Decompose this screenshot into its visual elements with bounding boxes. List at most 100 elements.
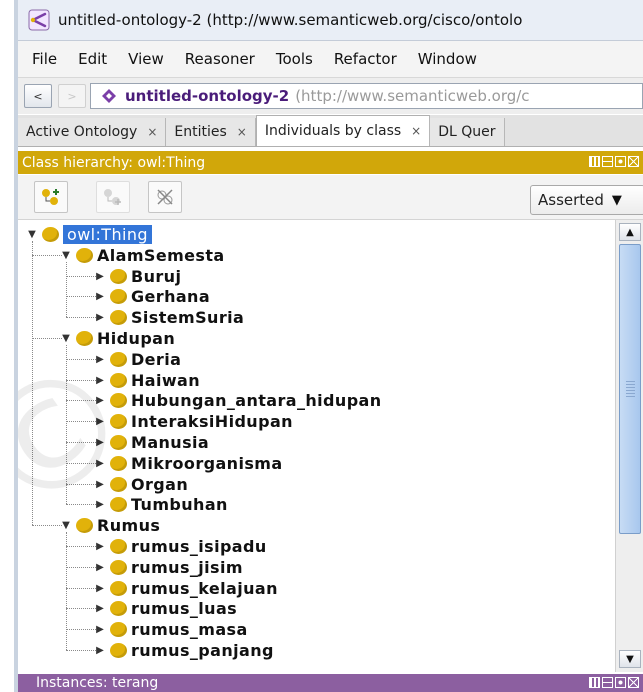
collapsed-triangle-icon[interactable]: ▶ <box>94 291 106 302</box>
collapsed-triangle-icon[interactable]: ▶ <box>94 541 106 552</box>
add-subclass-button[interactable] <box>34 181 68 213</box>
tree-connector <box>32 254 62 256</box>
class-label: owl:Thing <box>63 225 152 244</box>
tab-bar: Active Ontology × Entities × Individuals… <box>18 115 643 147</box>
owl-class-icon <box>110 268 127 284</box>
collapsed-triangle-icon[interactable]: ▶ <box>94 479 106 490</box>
scrollbar-thumb[interactable] <box>619 244 641 534</box>
expanded-triangle-icon[interactable]: ▼ <box>60 250 72 261</box>
expanded-triangle-icon[interactable]: ▼ <box>60 520 72 531</box>
tree-node[interactable]: ▶ Haiwan <box>94 370 200 391</box>
menu-tools[interactable]: Tools <box>276 50 313 68</box>
tree-node[interactable]: ▶ Mikroorganisma <box>94 453 283 474</box>
tree-node[interactable]: ▶ rumus_jisim <box>94 557 243 578</box>
tree-node[interactable]: ▶ Buruj <box>94 266 181 287</box>
owl-class-icon <box>110 455 127 471</box>
back-button[interactable]: < <box>24 84 52 108</box>
tab-close-icon[interactable]: × <box>147 125 157 139</box>
delete-class-button[interactable] <box>148 181 182 213</box>
ontology-selector[interactable]: untitled-ontology-2 (http://www.semantic… <box>90 83 643 109</box>
view-sync-icon[interactable] <box>589 156 600 167</box>
tab-close-icon[interactable]: × <box>237 125 247 139</box>
class-label: Gerhana <box>131 287 211 307</box>
tab-label: DL Quer <box>438 124 496 140</box>
view-split-icon[interactable] <box>602 156 613 167</box>
collapsed-triangle-icon[interactable]: ▶ <box>94 271 106 282</box>
menu-reasoner[interactable]: Reasoner <box>185 50 255 68</box>
expanded-triangle-icon[interactable]: ▼ <box>26 229 38 240</box>
collapsed-triangle-icon[interactable]: ▶ <box>94 645 106 656</box>
add-sibling-button[interactable] <box>96 181 130 213</box>
tree-node[interactable]: ▶ rumus_kelajuan <box>94 578 278 599</box>
collapsed-triangle-icon[interactable]: ▶ <box>94 624 106 635</box>
scroll-down-icon[interactable]: ▼ <box>619 650 641 668</box>
tree-node[interactable]: ▶ Deria <box>94 349 181 370</box>
ontology-address-bar: < > untitled-ontology-2 (http://www.sema… <box>18 78 643 114</box>
collapsed-triangle-icon[interactable]: ▶ <box>94 603 106 614</box>
tab-entities[interactable]: Entities × <box>166 118 256 146</box>
tree-node[interactable]: ▶ Manusia <box>94 432 209 453</box>
menu-edit[interactable]: Edit <box>78 50 107 68</box>
tree-node[interactable]: ▶ Tumbuhan <box>94 494 228 515</box>
menu-refactor[interactable]: Refactor <box>334 50 397 68</box>
tree-node[interactable]: ▶ Gerhana <box>94 286 210 307</box>
collapsed-triangle-icon[interactable]: ▶ <box>94 458 106 469</box>
class-tree: ▼ owl:Thing ▼ AlamSemesta ▶ Buruj ▶ Gerhana ▶ Sis… <box>18 220 615 672</box>
view-close-icon[interactable] <box>628 677 639 688</box>
tree-node[interactable]: ▶ rumus_isipadu <box>94 536 267 557</box>
view-sync-icon[interactable] <box>589 677 600 688</box>
tree-node[interactable]: ▶ InteraksiHidupan <box>94 411 293 432</box>
expanded-triangle-icon[interactable]: ▼ <box>60 333 72 344</box>
owl-class-icon <box>110 351 127 367</box>
collapsed-triangle-icon[interactable]: ▶ <box>94 499 106 510</box>
collapsed-triangle-icon[interactable]: ▶ <box>94 395 106 406</box>
class-label: Mikroorganisma <box>131 453 283 473</box>
tree-node[interactable]: ▶ rumus_masa <box>94 619 248 640</box>
collapsed-triangle-icon[interactable]: ▶ <box>94 375 106 386</box>
menu-file[interactable]: File <box>32 50 57 68</box>
class-label: Rumus <box>97 516 161 536</box>
tab-active-ontology[interactable]: Active Ontology × <box>18 118 167 146</box>
tree-node[interactable]: ▼ owl:Thing <box>26 224 152 245</box>
class-label: rumus_kelajuan <box>131 578 278 598</box>
tree-node[interactable]: ▶ Hubungan_antara_hidupan <box>94 390 382 411</box>
view-float-icon[interactable] <box>615 156 626 167</box>
menu-window[interactable]: Window <box>418 50 477 68</box>
tree-node[interactable]: ▶ rumus_panjang <box>94 640 274 661</box>
tree-node[interactable]: ▶ rumus_luas <box>94 598 237 619</box>
view-split-icon[interactable] <box>602 677 613 688</box>
tree-connector <box>66 345 67 505</box>
class-label: rumus_masa <box>131 620 248 640</box>
tree-connector <box>66 608 96 610</box>
add-subclass-icon <box>42 189 59 205</box>
collapsed-triangle-icon[interactable]: ▶ <box>94 416 106 427</box>
view-float-icon[interactable] <box>615 677 626 688</box>
scroll-up-icon[interactable]: ▲ <box>619 223 641 241</box>
tree-node[interactable]: ▼ AlamSemesta <box>60 245 225 266</box>
tree-node[interactable]: ▶ Organ <box>94 474 188 495</box>
forward-button[interactable]: > <box>58 84 86 108</box>
class-label: rumus_luas <box>131 599 238 619</box>
asserted-inferred-select[interactable]: Asserted ▼ <box>530 185 643 215</box>
class-label: Organ <box>131 474 189 494</box>
collapsed-triangle-icon[interactable]: ▶ <box>94 562 106 573</box>
menu-bar: File Edit View Reasoner Tools Refactor W… <box>18 41 643 78</box>
tree-node[interactable]: ▼ Hidupan <box>60 328 175 349</box>
menu-view[interactable]: View <box>128 50 164 68</box>
collapsed-triangle-icon[interactable]: ▶ <box>94 354 106 365</box>
class-toolbar: Asserted ▼ <box>18 175 643 220</box>
collapsed-triangle-icon[interactable]: ▶ <box>94 583 106 594</box>
tree-node[interactable]: ▼ Rumus <box>60 515 160 536</box>
add-sibling-icon <box>104 189 121 205</box>
collapsed-triangle-icon[interactable]: ▶ <box>94 312 106 323</box>
tab-close-icon[interactable]: × <box>411 124 421 138</box>
tree-connector <box>32 525 62 527</box>
view-close-icon[interactable] <box>628 156 639 167</box>
tree-node[interactable]: ▶ SistemSuria <box>94 307 244 328</box>
owl-class-icon <box>110 559 127 575</box>
tab-individuals-by-class[interactable]: Individuals by class × <box>255 115 431 146</box>
collapsed-triangle-icon[interactable]: ▶ <box>94 437 106 448</box>
tree-scrollbar[interactable]: ▲ ▼ <box>615 220 643 672</box>
tab-dl-query[interactable]: DL Quer <box>430 118 505 146</box>
ontology-uri: (http://www.semanticweb.org/c <box>295 87 530 105</box>
